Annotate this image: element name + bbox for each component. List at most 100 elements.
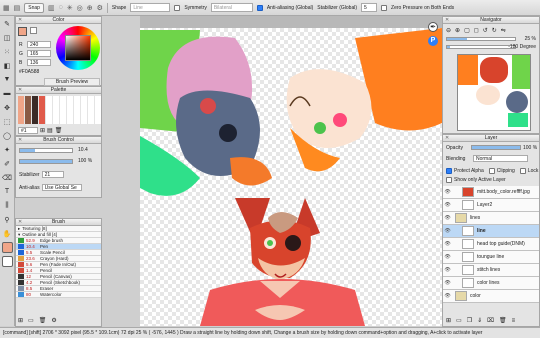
eye-icon[interactable]: 👁: [443, 241, 452, 247]
zoom-slider[interactable]: [446, 37, 516, 41]
background-color-icon[interactable]: [1, 256, 13, 267]
stabilizer-global-select[interactable]: 5: [361, 3, 378, 12]
select-tool-icon[interactable]: ⬚: [2, 116, 13, 127]
gradient-tool-icon[interactable]: ▬: [2, 88, 13, 99]
r-field[interactable]: 240: [27, 41, 51, 48]
palette-page-select[interactable]: #1: [18, 127, 38, 134]
eye-icon[interactable]: 👁: [443, 215, 452, 221]
text-tool-icon[interactable]: T: [2, 186, 13, 197]
layer-row[interactable]: 👁 stitch lines: [443, 264, 539, 277]
layer-row[interactable]: 👁 lines: [443, 212, 539, 225]
snap-settings-icon[interactable]: ⚙: [97, 4, 103, 12]
zoom-out-icon[interactable]: ⊖: [446, 27, 451, 34]
stabilizer-select[interactable]: 21: [41, 171, 64, 178]
palette-swatch[interactable]: [74, 96, 80, 124]
zero-pressure-checkbox[interactable]: [381, 4, 388, 11]
bucket-tool-icon[interactable]: ▼: [2, 74, 13, 85]
layer-row[interactable]: 👁 line: [443, 225, 539, 238]
brush-settings-icon[interactable]: ⚙: [51, 317, 56, 324]
snap-parallel-icon[interactable]: ▥: [48, 4, 55, 12]
rotate-right-icon[interactable]: ↻: [492, 27, 497, 34]
saturation-square[interactable]: [65, 35, 91, 61]
shape-select[interactable]: Line: [130, 3, 171, 12]
brush-size-slider[interactable]: [19, 148, 73, 153]
symmetry-checkbox[interactable]: [174, 4, 181, 11]
clipping-checkbox[interactable]: [488, 168, 495, 174]
fit-icon[interactable]: ▢: [464, 27, 470, 34]
fill-tool-icon[interactable]: ◧: [2, 60, 13, 71]
layer-row[interactable]: 👁 head top guide(DNM): [443, 238, 539, 251]
layer-menu-icon[interactable]: ≡: [512, 318, 516, 324]
palette-swatch[interactable]: [25, 96, 31, 124]
delete-layer-icon[interactable]: 🗑: [499, 317, 507, 324]
layer-opacity-slider[interactable]: [471, 145, 521, 150]
new-layer-icon[interactable]: ⊞: [446, 317, 451, 324]
pen-tool-icon[interactable]: ✎: [2, 18, 13, 29]
zoom-in-icon[interactable]: ⊕: [455, 27, 460, 34]
palette-swatch[interactable]: [60, 96, 66, 124]
palette-trash-icon[interactable]: 🗑: [55, 127, 63, 134]
palette-swatch[interactable]: [67, 96, 73, 124]
snap-grid-icon[interactable]: ▤: [14, 4, 21, 12]
protect-alpha-checkbox[interactable]: [446, 168, 452, 174]
snap-circle-icon[interactable]: ◎: [77, 4, 83, 12]
palette-edit-icon[interactable]: ▤: [47, 127, 53, 134]
hex-value[interactable]: #F0A588: [19, 69, 39, 75]
lock-checkbox[interactable]: [519, 168, 526, 174]
hand-tool-icon[interactable]: ✋: [2, 228, 13, 239]
artwork-canvas[interactable]: [140, 28, 442, 326]
eye-icon[interactable]: 👁: [443, 189, 452, 195]
brush-add-icon[interactable]: ⊞: [18, 317, 23, 324]
dot-tool-icon[interactable]: ⁙: [2, 46, 13, 57]
close-icon[interactable]: ✕: [18, 87, 22, 94]
layer-row[interactable]: 👁 color: [443, 290, 539, 303]
layer-row[interactable]: 👁 color lines: [443, 277, 539, 290]
move-tool-icon[interactable]: ✥: [2, 102, 13, 113]
magic-wand-tool-icon[interactable]: ✦: [2, 144, 13, 155]
palette-swatch[interactable]: [81, 96, 87, 124]
layer-row[interactable]: 👁 Layer2: [443, 199, 539, 212]
foreground-color-icon[interactable]: [1, 242, 13, 253]
snap-button[interactable]: Snap: [24, 2, 44, 13]
palette-swatch[interactable]: [53, 96, 59, 124]
brush-trash-icon[interactable]: 🗑: [39, 317, 47, 324]
layer-row[interactable]: 👁 mitt.body_color.reffff.jpg: [443, 186, 539, 199]
eraser-tool-icon[interactable]: ◫: [2, 32, 13, 43]
eye-icon[interactable]: 👁: [443, 293, 452, 299]
snap-radial-icon[interactable]: ✳: [67, 4, 73, 12]
lasso-tool-icon[interactable]: ◯: [2, 130, 13, 141]
antialias-global-checkbox[interactable]: [256, 4, 263, 11]
current-color-swatch[interactable]: [18, 27, 27, 36]
divide-tool-icon[interactable]: ⫼: [2, 200, 13, 211]
eye-icon[interactable]: 👁: [443, 202, 452, 208]
palette-swatch[interactable]: [95, 96, 101, 124]
palette-swatch[interactable]: [18, 96, 24, 124]
eye-icon[interactable]: 👁: [443, 228, 452, 234]
layer-row[interactable]: 👁 toungue line: [443, 251, 539, 264]
flip-icon[interactable]: ⇋: [501, 27, 506, 34]
new-folder-icon[interactable]: ▭: [456, 317, 462, 324]
antialias-select[interactable]: Use Global Se: [41, 184, 82, 191]
palette-swatch[interactable]: [39, 96, 45, 124]
eye-icon[interactable]: 👁: [443, 267, 452, 273]
blending-select[interactable]: Normal: [473, 155, 528, 162]
palette-swatch[interactable]: [88, 96, 94, 124]
symmetry-select[interactable]: Bilateral: [210, 3, 253, 12]
close-icon[interactable]: ✕: [445, 135, 449, 142]
close-icon[interactable]: ✕: [18, 137, 22, 144]
hue-wheel[interactable]: [56, 26, 100, 70]
eye-icon[interactable]: 👁: [443, 280, 452, 286]
g-field[interactable]: 165: [27, 50, 51, 57]
close-icon[interactable]: ✕: [18, 17, 22, 24]
palette-swatch[interactable]: [46, 96, 52, 124]
clear-layer-icon[interactable]: ⌧: [487, 317, 494, 324]
copy-layer-icon[interactable]: ❐: [467, 317, 472, 324]
snap-off-icon[interactable]: ▦: [3, 4, 10, 12]
eye-icon[interactable]: 👁: [443, 254, 452, 260]
brush-folder-icon[interactable]: ▭: [28, 317, 34, 324]
brush-opacity-slider[interactable]: [19, 159, 73, 164]
palette-add-icon[interactable]: ⊞: [40, 127, 45, 134]
selection-eraser-icon[interactable]: ⌫: [2, 172, 13, 183]
rotate-left-icon[interactable]: ↺: [483, 27, 488, 34]
close-icon[interactable]: ✕: [18, 219, 22, 226]
